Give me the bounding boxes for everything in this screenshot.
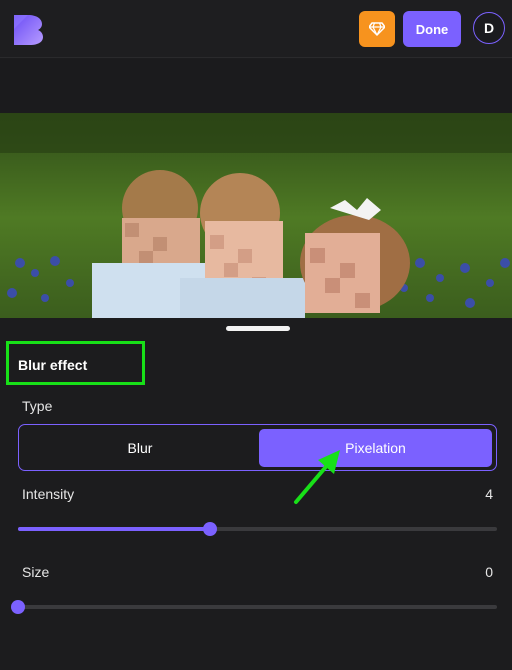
section-title: Blur effect (18, 357, 88, 373)
size-label: Size (22, 564, 50, 580)
size-value: 0 (485, 564, 493, 580)
drag-handle[interactable] (226, 326, 290, 331)
avatar[interactable]: D (473, 12, 505, 44)
edited-photo (0, 113, 512, 323)
size-slider[interactable] (11, 600, 497, 614)
type-option-blur[interactable]: Blur (23, 429, 257, 467)
size-slider-track (18, 605, 497, 609)
intensity-label: Intensity (22, 486, 75, 502)
done-button[interactable]: Done (403, 11, 461, 47)
top-bar: Done D (0, 0, 512, 58)
type-option-pixelation[interactable]: Pixelation (259, 429, 492, 467)
type-label: Type (22, 398, 53, 414)
canvas-margin (0, 59, 512, 113)
blur-settings-panel: Blur effect Type Blur Pixelation Intensi… (0, 318, 512, 670)
diamond-icon (369, 22, 385, 36)
size-slider-thumb[interactable] (11, 600, 25, 614)
intensity-value: 4 (485, 486, 493, 502)
type-segmented-control: Blur Pixelation (18, 424, 497, 471)
intensity-slider-thumb[interactable] (202, 522, 217, 536)
intensity-slider[interactable] (18, 522, 497, 536)
b-logo-icon[interactable] (12, 12, 46, 46)
intensity-slider-fill (18, 527, 210, 531)
premium-button[interactable] (359, 11, 395, 47)
